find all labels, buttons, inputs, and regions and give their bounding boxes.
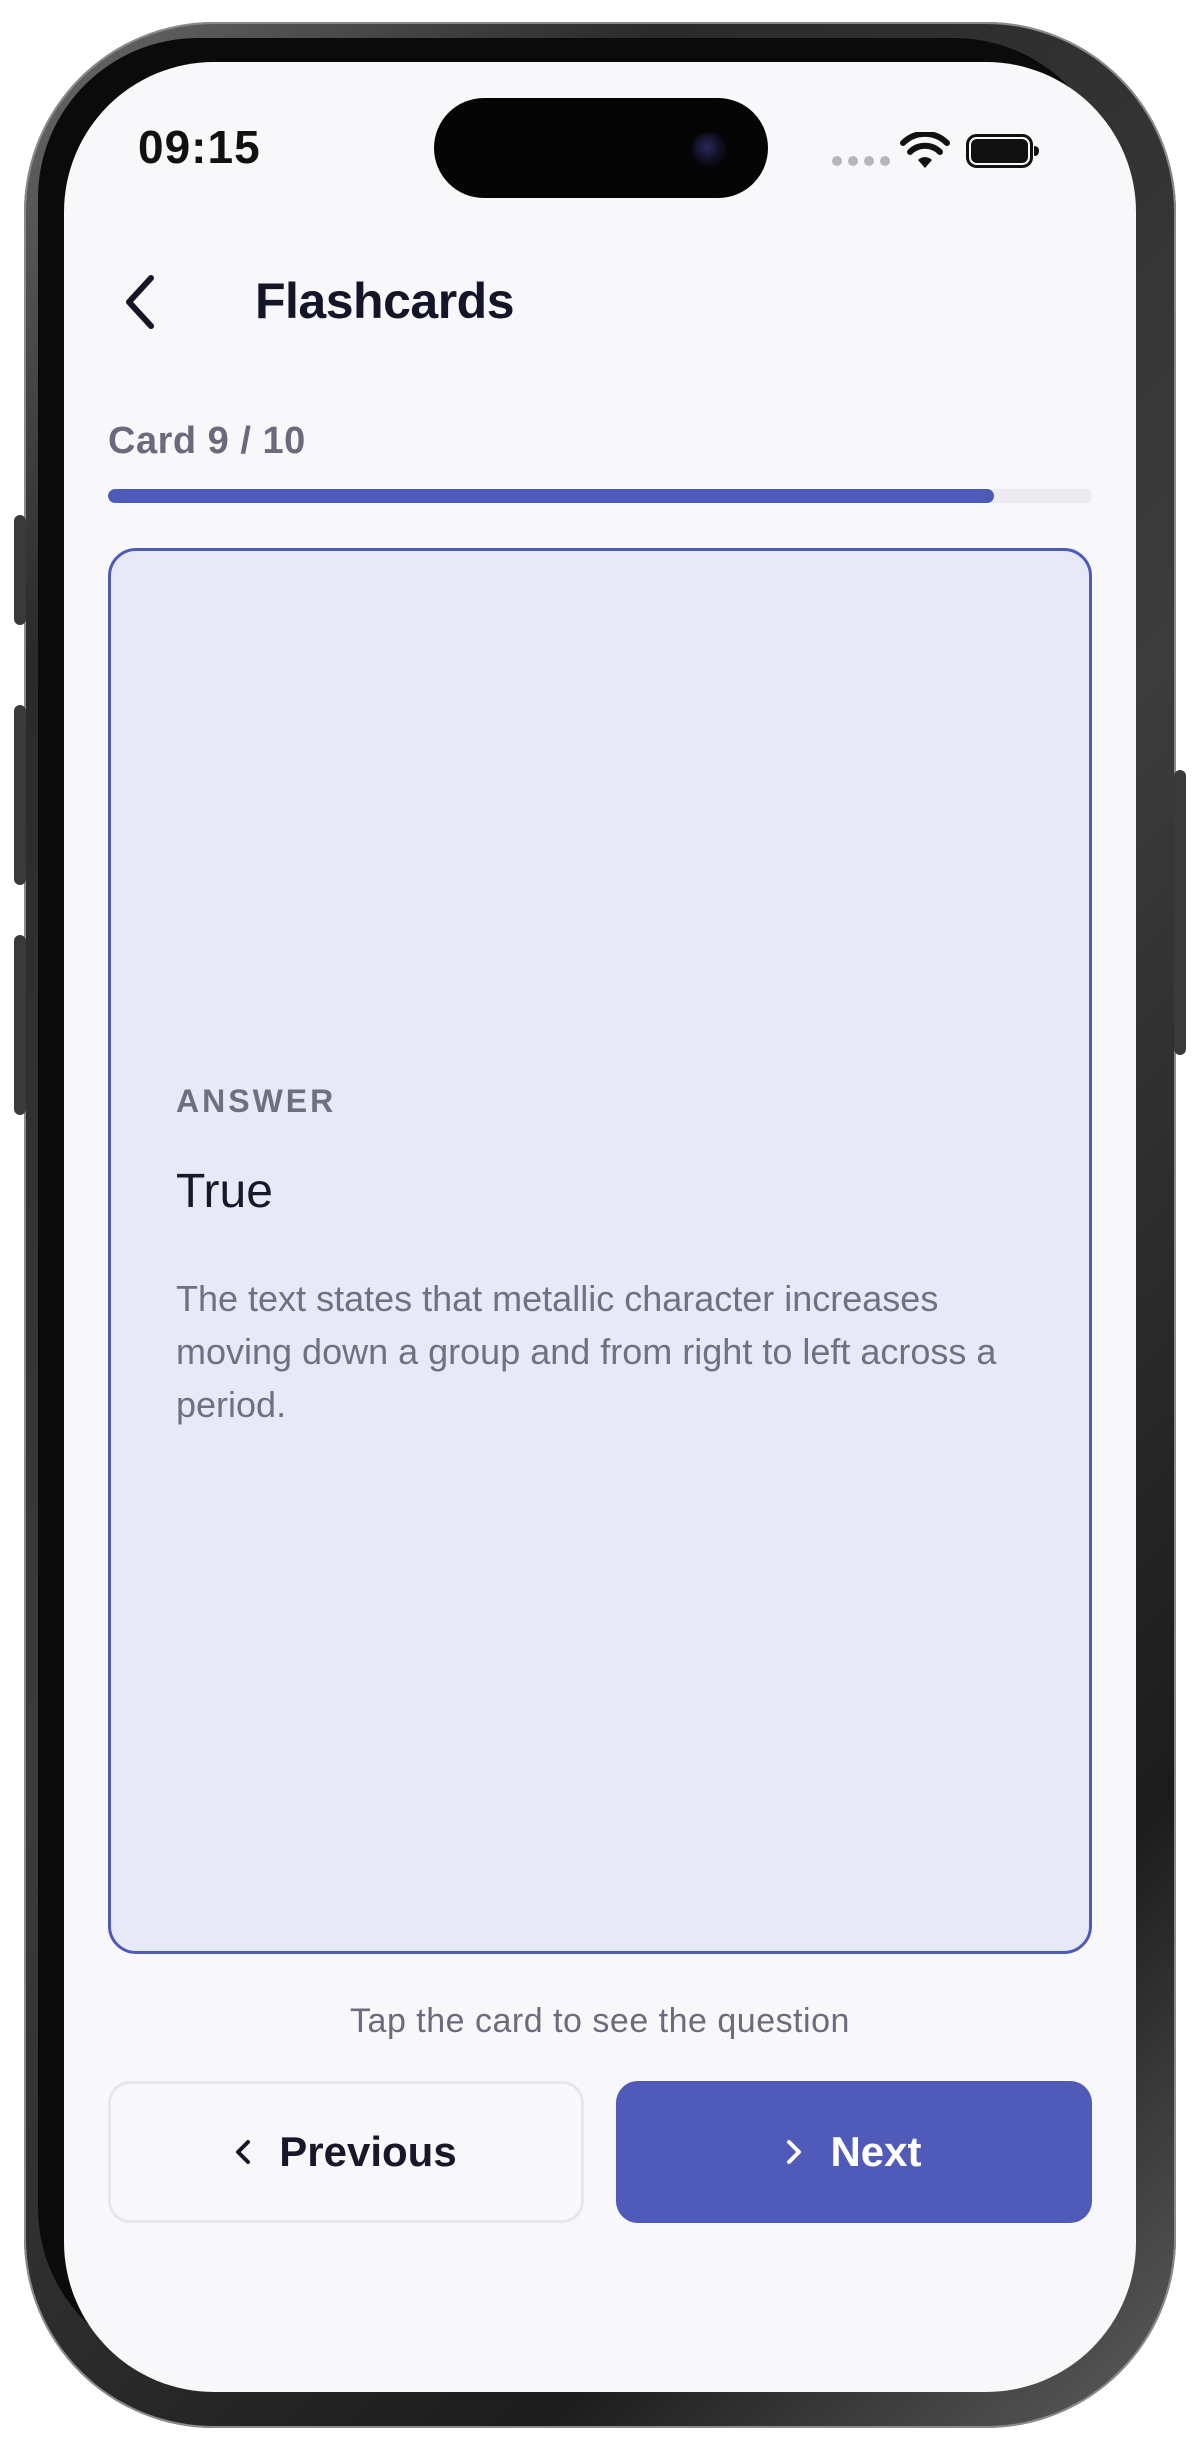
- battery-icon: [966, 134, 1039, 168]
- action-button: [14, 515, 26, 625]
- progress-bar: [108, 489, 1092, 503]
- status-time: 09:15: [138, 121, 261, 173]
- volume-up-button: [14, 705, 26, 885]
- card-explanation: The text states that metallic character …: [176, 1278, 997, 1425]
- next-button[interactable]: Next: [616, 2081, 1092, 2223]
- wifi-icon: [900, 132, 950, 168]
- card-side-label: ANSWER: [176, 1083, 337, 1119]
- page-title: Flashcards: [255, 273, 515, 329]
- tap-hint: Tap the card to see the question: [350, 2002, 850, 2040]
- flashcard[interactable]: [108, 548, 1092, 1954]
- camera-lens-icon: [692, 132, 726, 166]
- previous-button-label: Previous: [279, 2128, 457, 2175]
- cellular-signal-icon: [832, 156, 890, 166]
- chevron-left-icon: [236, 2140, 251, 2164]
- next-button-label: Next: [830, 2128, 922, 2175]
- chevron-left-icon: [126, 275, 154, 329]
- volume-down-button: [14, 935, 26, 1115]
- previous-button[interactable]: Previous: [108, 2081, 584, 2223]
- chevron-right-icon: [787, 2140, 802, 2164]
- back-button[interactable]: [108, 262, 172, 342]
- card-counter: Card 9 / 10: [108, 420, 306, 462]
- progress-fill: [108, 489, 994, 503]
- card-answer: True: [176, 1165, 273, 1218]
- power-button: [1174, 770, 1186, 1055]
